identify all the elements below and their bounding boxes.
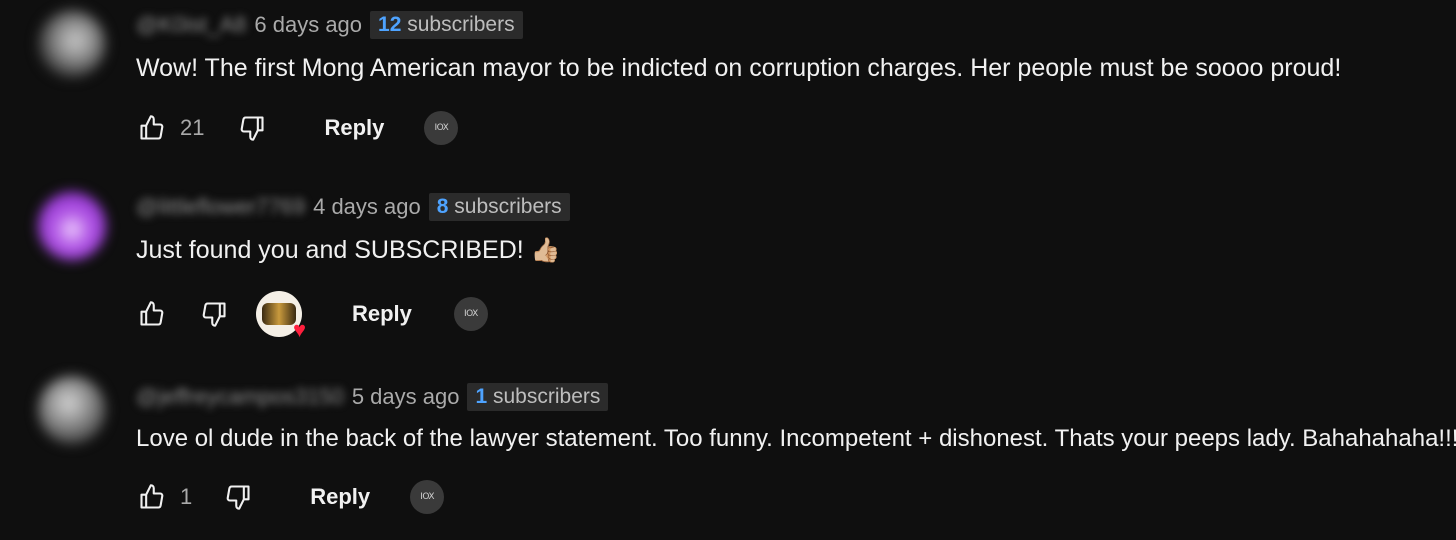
creator-heart-icon[interactable]: ♥ xyxy=(256,291,306,341)
comment-header: @K0ist_A8 6 days ago 12 subscribers xyxy=(136,10,523,40)
reply-button[interactable]: Reply xyxy=(324,115,384,141)
subscriber-count: 8 xyxy=(436,195,449,218)
reply-button[interactable]: Reply xyxy=(352,301,412,327)
subscriber-label: subscribers xyxy=(493,385,601,408)
avatar[interactable] xyxy=(38,10,106,78)
reply-button[interactable]: Reply xyxy=(310,484,370,510)
comment-header: @jeffreycampos3150 5 days ago 1 subscrib… xyxy=(136,382,609,412)
comment-actions: 21 Reply IOX xyxy=(136,108,459,148)
iox-extension-icon[interactable]: IOX xyxy=(410,480,445,514)
subscriber-badge: 1 subscribers xyxy=(467,383,609,411)
iox-extension-icon[interactable]: IOX xyxy=(424,111,459,145)
comment-text-body: Just found you and SUBSCRIBED! xyxy=(136,236,524,264)
timestamp[interactable]: 5 days ago xyxy=(352,384,460,410)
timestamp[interactable]: 6 days ago xyxy=(254,12,362,38)
subscriber-label: subscribers xyxy=(454,195,562,218)
thumbs-down-icon[interactable] xyxy=(222,481,254,513)
heart-icon: ♥ xyxy=(292,317,306,342)
subscriber-badge: 12 subscribers xyxy=(370,11,523,39)
channel-logo-icon xyxy=(262,303,296,325)
subscriber-badge: 8 subscribers xyxy=(428,193,570,221)
subscriber-count: 1 xyxy=(475,385,488,408)
comment-text: Just found you and SUBSCRIBED! 👍🏼 xyxy=(136,236,561,265)
thumbs-up-emoji: 👍🏼 xyxy=(530,237,561,264)
subscriber-label: subscribers xyxy=(407,13,515,36)
thumbs-down-icon[interactable] xyxy=(236,112,268,144)
author-handle[interactable]: @K0ist_A8 xyxy=(136,12,246,38)
comment-actions: 1 Reply IOX xyxy=(136,477,445,517)
comment-header: @littleflower7769 4 days ago 8 subscribe… xyxy=(136,192,570,222)
thumbs-down-icon[interactable] xyxy=(198,298,230,330)
thumbs-up-icon[interactable] xyxy=(136,298,168,330)
author-handle[interactable]: @littleflower7769 xyxy=(136,194,305,220)
like-count: 21 xyxy=(180,115,205,140)
avatar[interactable] xyxy=(38,192,106,260)
comment-actions: ♥ Reply IOX xyxy=(136,291,488,341)
author-handle[interactable]: @jeffreycampos3150 xyxy=(136,384,344,410)
like-count: 1 xyxy=(180,484,193,509)
thumbs-up-icon[interactable] xyxy=(136,481,168,513)
avatar[interactable] xyxy=(38,376,106,444)
timestamp[interactable]: 4 days ago xyxy=(313,194,421,220)
comment-text: Wow! The first Mong American mayor to be… xyxy=(136,54,1342,82)
thumbs-up-icon[interactable] xyxy=(136,112,168,144)
subscriber-count: 12 xyxy=(378,13,402,36)
iox-extension-icon[interactable]: IOX xyxy=(453,297,488,331)
comment-text: Love ol dude in the back of the lawyer s… xyxy=(136,425,1456,452)
